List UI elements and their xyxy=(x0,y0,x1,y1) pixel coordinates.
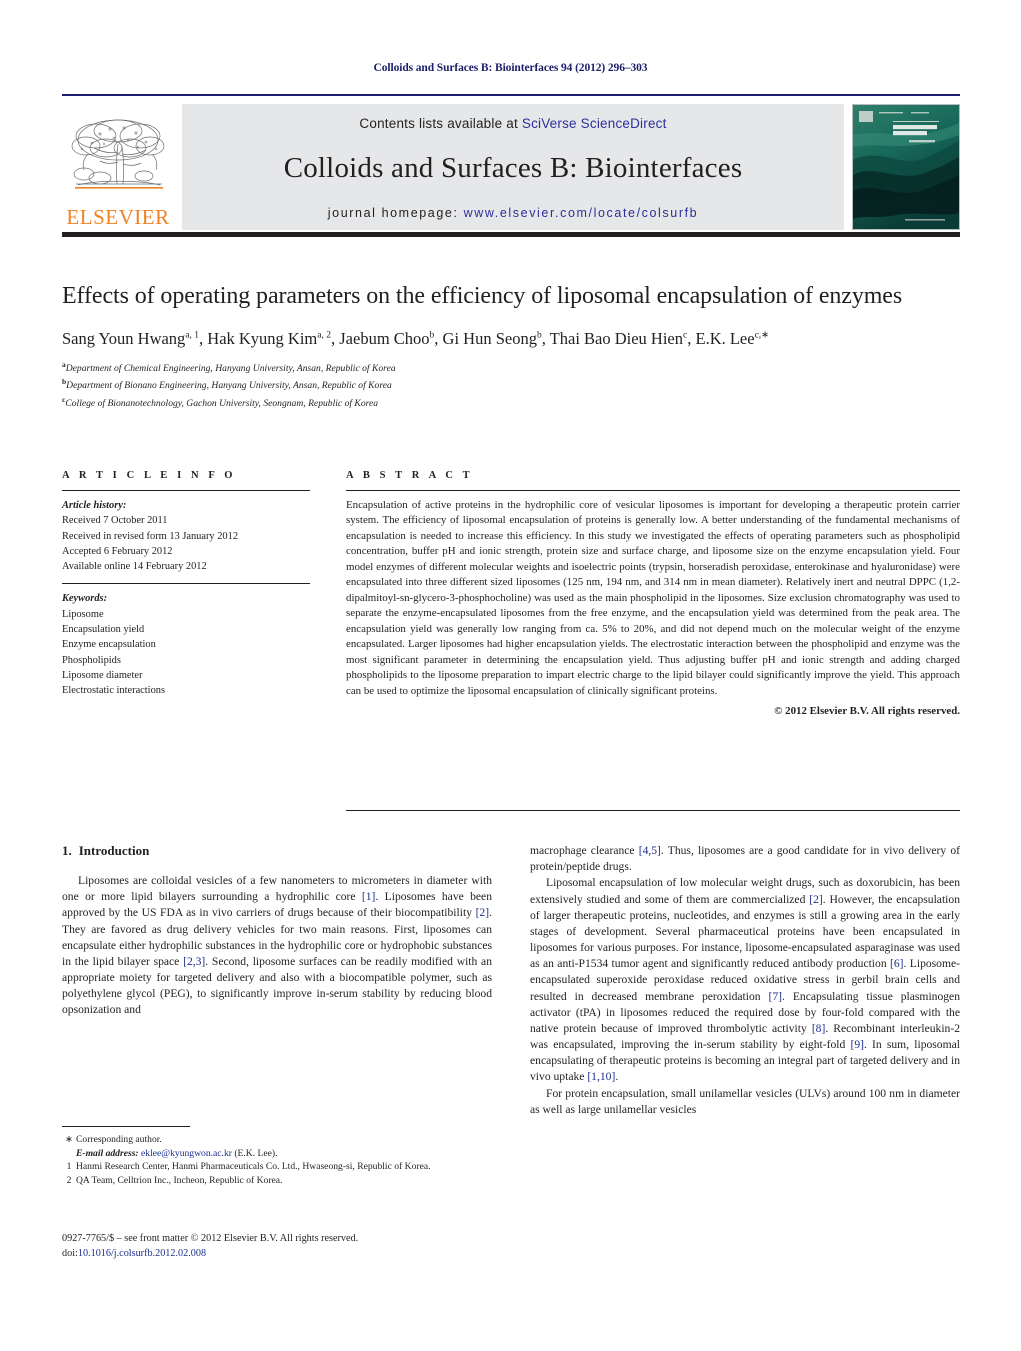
keyword-item: Liposome xyxy=(62,608,104,620)
keyword-item: Encapsulation yield xyxy=(62,624,145,636)
imprint-block: 0927-7765/$ – see front matter © 2012 El… xyxy=(62,1232,492,1262)
keyword-item: Phospholipids xyxy=(62,654,121,666)
intro-paragraph: For protein encapsulation, small unilame… xyxy=(530,1086,960,1116)
history-item: Available online 14 February 2012 xyxy=(62,561,207,573)
article-info-heading: A R T I C L E I N F O xyxy=(62,470,237,481)
keyword-item: Liposome diameter xyxy=(62,669,143,681)
abstract-copyright: © 2012 Elsevier B.V. All rights reserved… xyxy=(774,705,960,718)
title-block: Effects of operating parameters on the e… xyxy=(62,282,960,412)
page-title: Effects of operating parameters on the e… xyxy=(62,283,903,309)
affiliation-item: bDepartment of Bionano Engineering, Hany… xyxy=(62,376,960,394)
history-item: Accepted 6 February 2012 xyxy=(62,545,173,557)
author-list: Sang Youn Hwanga, 1, Hak Kyung Kima, 2, … xyxy=(62,329,770,349)
affiliation-item: cCollege of Bionanotechnology, Gachon Un… xyxy=(62,394,960,412)
info-abstract-region: A R T I C L E I N F O Article history: R… xyxy=(62,470,960,717)
body-columns: 1. Introduction Liposomes are colloidal v… xyxy=(62,843,960,1118)
affiliation-text: College of Bionanotechnology, Gachon Uni… xyxy=(65,398,379,410)
intro-paragraph-continued: macrophage clearance [4,5]. Thus, liposo… xyxy=(530,844,961,874)
intro-paragraph: Liposomes are colloidal vesicles of a fe… xyxy=(62,874,492,1017)
intro-paragraph: Liposomal encapsulation of low molecular… xyxy=(530,876,960,1084)
footnote-note-1-text: Hanmi Research Center, Hanmi Pharmaceuti… xyxy=(76,1161,431,1173)
email-suffix: (E.K. Lee). xyxy=(234,1147,278,1159)
journal-title: Colloids and Surfaces B: Biointerfaces xyxy=(283,151,743,184)
journal-homepage-line: journal homepage: www.elsevier.com/locat… xyxy=(328,206,698,220)
imprint-doi: doi:10.1016/j.colsurfb.2012.02.008 xyxy=(62,1247,492,1262)
keywords-group: Keywords: Liposome Encapsulation yield E… xyxy=(62,591,310,698)
email-label: E-mail address: xyxy=(76,1147,139,1159)
footnote-note-1: 1 Hanmi Research Center, Hanmi Pharmaceut… xyxy=(62,1160,492,1174)
footnote-mark-2: 2 xyxy=(66,1174,72,1186)
affiliation-text: Department of Chemical Engineering, Hany… xyxy=(65,363,396,375)
journal-masthead: ELSEVIER Contents lists available at Sci… xyxy=(62,94,960,230)
affiliation-text: Department of Bionano Engineering, Hanya… xyxy=(66,380,392,392)
keyword-item: Electrostatic interactions xyxy=(62,685,165,697)
article-info-column: A R T I C L E I N F O Article history: R… xyxy=(62,470,310,717)
history-item: Received 7 October 2011 xyxy=(62,515,168,527)
section-number: 1. xyxy=(62,843,72,858)
footnote-email: E-mail address: eklee@kyungwon.ac.kr (E.… xyxy=(62,1147,492,1161)
contents-prefix: Contents lists available at xyxy=(359,116,522,131)
history-item: Received in revised form 13 January 2012 xyxy=(62,530,239,542)
elsevier-wordmark: ELSEVIER xyxy=(66,205,170,229)
body-column-gap xyxy=(492,843,530,1118)
footnote-corresponding-author: ∗ Corresponding author. xyxy=(62,1133,492,1147)
abstract-text: Encapsulation of active proteins in the … xyxy=(346,499,960,697)
body-right-column: macrophage clearance [4,5]. Thus, liposo… xyxy=(530,843,960,1118)
elsevier-tree-icon xyxy=(71,119,165,189)
cover-artwork xyxy=(853,105,959,229)
footnote-mark-1: 1 xyxy=(66,1161,72,1173)
affiliation-list: aDepartment of Chemical Engineering, Han… xyxy=(62,359,960,412)
footnote-mark-asterisk: ∗ xyxy=(64,1134,74,1145)
doi-label: doi: xyxy=(62,1247,78,1259)
footnote-corresponding-text: Corresponding author. xyxy=(76,1134,162,1145)
journal-cover-thumbnail xyxy=(852,104,960,230)
masthead-bottom-rule xyxy=(62,232,960,237)
contents-box: Contents lists available at SciVerse Sci… xyxy=(182,104,844,230)
keyword-item: Enzyme encapsulation xyxy=(62,639,156,651)
journal-homepage-link[interactable]: www.elsevier.com/locate/colsurfb xyxy=(464,206,699,220)
keywords-rule xyxy=(62,583,310,585)
column-gap xyxy=(310,470,346,717)
running-head: Colloids and Surfaces B: Biointerfaces 9… xyxy=(373,62,648,74)
keywords-label: Keywords: xyxy=(62,593,108,605)
body-left-column: 1. Introduction Liposomes are colloidal v… xyxy=(62,843,492,1118)
footnote-rule xyxy=(62,1126,190,1127)
affiliation-item: aDepartment of Chemical Engineering, Han… xyxy=(62,359,960,377)
footnote-block: ∗ Corresponding author. E-mail address: e… xyxy=(62,1126,492,1187)
abstract-column: A B S T R A C T Encapsulation of active … xyxy=(346,470,960,717)
homepage-prefix: journal homepage: xyxy=(327,205,464,220)
contents-available-line: Contents lists available at SciVerse Sci… xyxy=(359,116,666,131)
section-title-text: Introduction xyxy=(78,843,150,858)
article-info-rule xyxy=(62,490,310,491)
imprint-front-matter: 0927-7765/$ – see front matter © 2012 El… xyxy=(62,1233,359,1244)
abstract-heading: A B S T R A C T xyxy=(346,470,474,481)
doi-link[interactable]: 10.1016/j.colsurfb.2012.02.008 xyxy=(78,1248,206,1259)
abstract-bottom-rule xyxy=(346,810,960,811)
section-heading-introduction: 1. Introduction xyxy=(62,843,492,859)
sciencedirect-link[interactable]: SciVerse ScienceDirect xyxy=(522,116,667,131)
elsevier-logo: ELSEVIER xyxy=(62,104,174,230)
abstract-rule xyxy=(346,490,960,491)
footnote-note-2-text: QA Team, Celltrion Inc., Incheon, Republ… xyxy=(76,1174,283,1186)
article-history-label: Article history: xyxy=(62,500,127,511)
footnote-note-2: 2 QA Team, Celltrion Inc., Incheon, Repub… xyxy=(62,1174,492,1188)
email-link[interactable]: eklee@kyungwon.ac.kr xyxy=(141,1148,232,1159)
paper-page: Colloids and Surfaces B: Biointerfaces 9… xyxy=(0,0,1021,1351)
article-history-group: Article history: Received 7 October 2011… xyxy=(62,498,310,574)
